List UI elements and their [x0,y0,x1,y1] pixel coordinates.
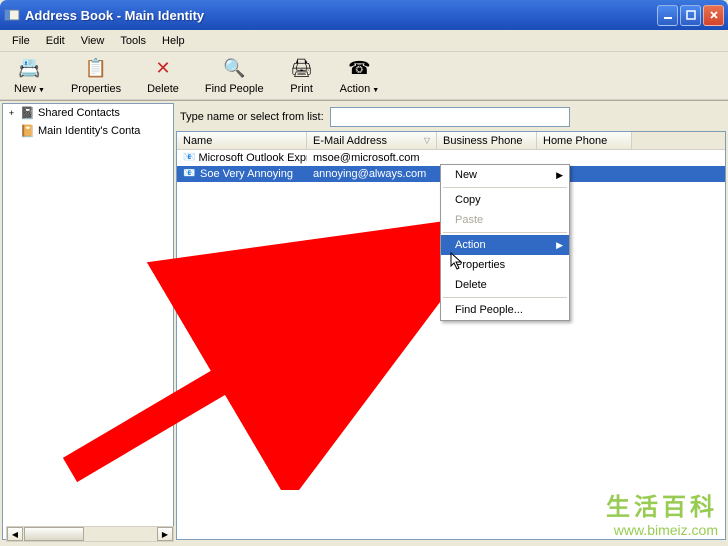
menu-view[interactable]: View [73,32,113,50]
context-menu: New▶ Copy Paste Action▶ Properties Delet… [440,164,570,321]
scroll-left-button[interactable]: ◀ [7,527,23,541]
toolbar-properties-button[interactable]: 📋 Properties [65,55,127,97]
title-bar[interactable]: Address Book - Main Identity [0,0,728,30]
maximize-button[interactable] [680,5,701,26]
list-header: Name E-Mail Address▽ Business Phone Home… [177,132,725,150]
properties-icon: 📋 [84,57,108,81]
watermark: 生活百科 www.bimeiz.com [606,487,718,538]
toolbar-new-button[interactable]: 📇 New▼ [8,55,51,97]
menu-help[interactable]: Help [154,32,193,50]
toolbar-delete-button[interactable]: ✕ Delete [141,55,185,97]
tree-item-shared-contacts[interactable]: + 📓 Shared Contacts [3,104,173,122]
print-icon: 🖨 [290,57,314,81]
window-title: Address Book - Main Identity [25,8,657,23]
close-button[interactable] [703,5,724,26]
ctx-paste: Paste [441,210,569,230]
tree-item-main-identity[interactable]: 📔 Main Identity's Conta [3,122,173,140]
ctx-copy[interactable]: Copy [441,190,569,210]
submenu-arrow-icon: ▶ [556,240,563,251]
ctx-separator [443,187,567,188]
sidebar-horizontal-scrollbar[interactable]: ◀ ▶ [6,526,174,542]
toolbar-action-button[interactable]: ☎ Action▼ [334,55,386,97]
find-people-icon: 🔍 [222,57,246,81]
minimize-button[interactable] [657,5,678,26]
delete-icon: ✕ [151,57,175,81]
ctx-separator [443,232,567,233]
column-business-phone[interactable]: Business Phone [437,132,537,149]
ctx-separator [443,297,567,298]
search-input[interactable] [330,107,570,127]
search-label: Type name or select from list: [180,111,324,123]
menu-edit[interactable]: Edit [38,32,73,50]
submenu-arrow-icon: ▶ [556,170,563,181]
search-row: Type name or select from list: [176,103,726,131]
main-area: + 📓 Shared Contacts 📔 Main Identity's Co… [0,100,728,542]
column-home-phone[interactable]: Home Phone [537,132,632,149]
contact-card-icon: 📧 [183,168,197,180]
app-icon [4,7,20,23]
toolbar-print-button[interactable]: 🖨 Print [284,55,320,97]
contact-card-icon: 📧 [183,152,195,164]
sidebar-tree: + 📓 Shared Contacts 📔 Main Identity's Co… [2,103,174,540]
sort-indicator-icon: ▽ [424,136,430,145]
tree-expand-icon[interactable]: + [7,108,16,118]
window-controls [657,5,724,26]
scroll-thumb[interactable] [24,527,84,541]
menu-bar: File Edit View Tools Help [0,30,728,52]
ctx-find-people[interactable]: Find People... [441,300,569,320]
column-name[interactable]: Name [177,132,307,149]
folder-icon: 📓 [20,106,34,120]
scroll-right-button[interactable]: ▶ [157,527,173,541]
toolbar-find-people-button[interactable]: 🔍 Find People [199,55,270,97]
ctx-properties[interactable]: Properties [441,255,569,275]
menu-tools[interactable]: Tools [112,32,154,50]
column-email[interactable]: E-Mail Address▽ [307,132,437,149]
ctx-delete[interactable]: Delete [441,275,569,295]
folder-icon: 📔 [20,124,34,138]
action-icon: ☎ [347,57,371,81]
toolbar: 📇 New▼ 📋 Properties ✕ Delete 🔍 Find Peop… [0,52,728,100]
ctx-action[interactable]: Action▶ [441,235,569,255]
new-contact-icon: 📇 [17,57,41,81]
ctx-new[interactable]: New▶ [441,165,569,185]
menu-file[interactable]: File [4,32,38,50]
